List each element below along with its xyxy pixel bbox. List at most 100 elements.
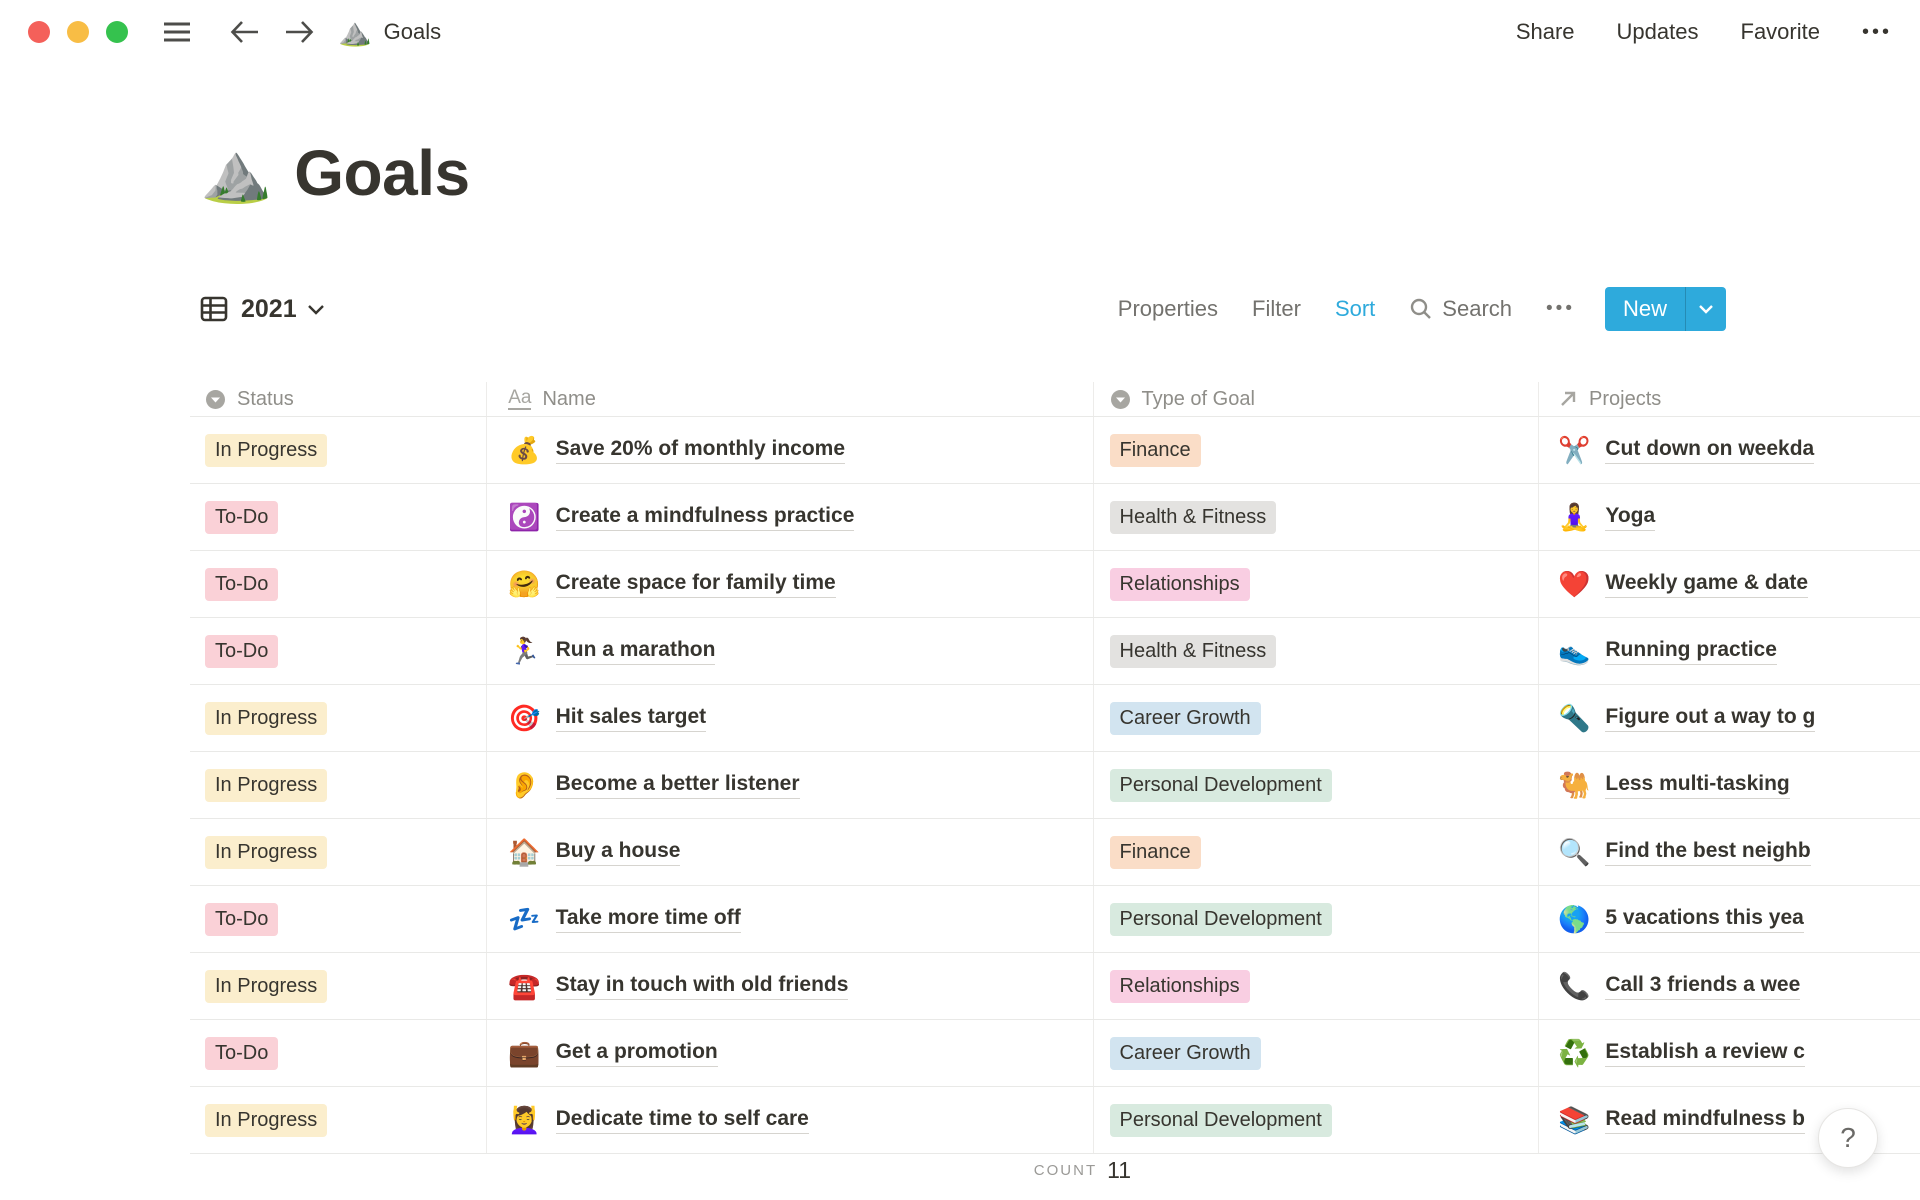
help-button[interactable]: ?	[1818, 1108, 1878, 1168]
status-cell[interactable]: To-Do	[190, 886, 488, 952]
name-cell[interactable]: 🎯 Hit sales target	[487, 685, 1094, 751]
breadcrumb-doc-emoji: ⛰️	[338, 16, 372, 47]
goal-title-link[interactable]: Hit sales target	[555, 705, 707, 732]
new-button[interactable]: New	[1605, 287, 1685, 331]
breadcrumb-doc-title[interactable]: Goals	[384, 19, 441, 45]
project-link[interactable]: Establish a review c	[1605, 1040, 1805, 1067]
goal-title-link[interactable]: Dedicate time to self care	[555, 1107, 809, 1134]
name-cell[interactable]: 🏃‍♀️ Run a marathon	[487, 618, 1094, 684]
project-link[interactable]: Cut down on weekda	[1605, 437, 1815, 464]
goal-title-link[interactable]: Become a better listener	[555, 772, 800, 799]
goal-emoji-icon: 💆‍♀️	[508, 1105, 541, 1135]
projects-cell[interactable]: 🧘‍♀️ Yoga	[1539, 484, 1920, 550]
toolbar-more-icon[interactable]: •••	[1546, 298, 1575, 320]
filter-button[interactable]: Filter	[1252, 296, 1301, 322]
type-of-goal-cell[interactable]: Health & Fitness	[1094, 618, 1539, 684]
sort-button[interactable]: Sort	[1335, 296, 1375, 322]
projects-cell[interactable]: 🐫 Less multi-tasking	[1539, 752, 1920, 818]
project-link[interactable]: Figure out a way to g	[1605, 705, 1816, 732]
type-of-goal-cell[interactable]: Relationships	[1094, 551, 1539, 617]
project-link[interactable]: Less multi-tasking	[1605, 772, 1790, 799]
projects-cell[interactable]: 👟 Running practice	[1539, 618, 1920, 684]
status-cell[interactable]: In Progress	[190, 953, 488, 1019]
type-of-goal-cell[interactable]: Finance	[1094, 819, 1539, 885]
name-cell[interactable]: 💤 Take more time off	[487, 886, 1094, 952]
goal-title-link[interactable]: Create a mindfulness practice	[555, 504, 855, 531]
properties-button[interactable]: Properties	[1118, 296, 1218, 322]
status-cell[interactable]: In Progress	[190, 417, 488, 483]
type-of-goal-cell[interactable]: Finance	[1094, 417, 1539, 483]
projects-cell[interactable]: ❤️ Weekly game & date	[1539, 551, 1920, 617]
project-link[interactable]: Weekly game & date	[1605, 571, 1809, 598]
projects-cell[interactable]: 🔍 Find the best neighb	[1539, 819, 1920, 885]
status-cell[interactable]: To-Do	[190, 618, 488, 684]
goal-title-link[interactable]: Save 20% of monthly income	[555, 437, 846, 464]
type-of-goal-cell[interactable]: Career Growth	[1094, 1020, 1539, 1086]
type-of-goal-cell[interactable]: Health & Fitness	[1094, 484, 1539, 550]
count-value: 11	[1107, 1156, 1131, 1183]
type-of-goal-cell[interactable]: Personal Development	[1094, 1087, 1539, 1153]
name-cell[interactable]: 💼 Get a promotion	[487, 1020, 1094, 1086]
view-switcher[interactable]: 2021	[200, 295, 325, 324]
new-button-dropdown[interactable]	[1686, 304, 1726, 314]
column-header-name[interactable]: Aa Name	[487, 382, 1094, 416]
page-emoji-icon[interactable]: ⛰️	[200, 144, 272, 202]
sidebar-toggle-icon[interactable]	[162, 20, 192, 44]
zoom-window-button[interactable]	[106, 21, 128, 43]
close-window-button[interactable]	[28, 21, 50, 43]
minimize-window-button[interactable]	[67, 21, 89, 43]
projects-cell[interactable]: ♻️ Establish a review c	[1539, 1020, 1920, 1086]
goal-title-link[interactable]: Run a marathon	[555, 638, 716, 665]
back-arrow-icon[interactable]	[230, 19, 260, 45]
goal-title-link[interactable]: Stay in touch with old friends	[555, 973, 849, 1000]
search-button[interactable]: Search	[1409, 296, 1512, 322]
name-cell[interactable]: ☯️ Create a mindfulness practice	[487, 484, 1094, 550]
projects-cell[interactable]: 📞 Call 3 friends a wee	[1539, 953, 1920, 1019]
updates-button[interactable]: Updates	[1617, 19, 1699, 45]
name-cell[interactable]: ☎️ Stay in touch with old friends	[487, 953, 1094, 1019]
type-of-goal-cell[interactable]: Relationships	[1094, 953, 1539, 1019]
goal-emoji-icon: 🎯	[508, 703, 541, 733]
more-options-icon[interactable]: •••	[1862, 21, 1892, 44]
name-cell[interactable]: 💰 Save 20% of monthly income	[487, 417, 1094, 483]
project-link[interactable]: Yoga	[1605, 504, 1656, 531]
status-cell[interactable]: In Progress	[190, 685, 488, 751]
project-emoji-icon: ✂️	[1558, 435, 1591, 465]
column-header-projects[interactable]: Projects	[1539, 382, 1920, 416]
forward-arrow-icon[interactable]	[284, 19, 314, 45]
column-header-type-of-goal[interactable]: Type of Goal	[1094, 382, 1539, 416]
status-cell[interactable]: In Progress	[190, 819, 488, 885]
projects-cell[interactable]: ✂️ Cut down on weekda	[1539, 417, 1920, 483]
status-cell[interactable]: To-Do	[190, 551, 488, 617]
share-button[interactable]: Share	[1516, 19, 1575, 45]
name-cell[interactable]: 🏠 Buy a house	[487, 819, 1094, 885]
table-row: In Progress 💰 Save 20% of monthly income…	[190, 417, 1920, 484]
search-label: Search	[1442, 296, 1513, 321]
goal-title-link[interactable]: Buy a house	[555, 839, 681, 866]
name-cell[interactable]: 👂 Become a better listener	[487, 752, 1094, 818]
favorite-button[interactable]: Favorite	[1741, 19, 1820, 45]
name-cell[interactable]: 🤗 Create space for family time	[487, 551, 1094, 617]
chevron-down-icon	[307, 304, 325, 315]
type-of-goal-cell[interactable]: Personal Development	[1094, 752, 1539, 818]
project-link[interactable]: 5 vacations this yea	[1605, 906, 1804, 933]
type-of-goal-cell[interactable]: Career Growth	[1094, 685, 1539, 751]
goals-table: Status Aa Name Type of Goal Projects In …	[190, 382, 1920, 1154]
goal-title-link[interactable]: Take more time off	[555, 906, 741, 933]
project-link[interactable]: Find the best neighb	[1605, 839, 1811, 866]
table-footer-count[interactable]: COUNT 11	[502, 1142, 1131, 1198]
page-title[interactable]: Goals	[294, 136, 470, 210]
type-of-goal-cell[interactable]: Personal Development	[1094, 886, 1539, 952]
projects-cell[interactable]: 🌎 5 vacations this yea	[1539, 886, 1920, 952]
projects-cell[interactable]: 🔦 Figure out a way to g	[1539, 685, 1920, 751]
project-link[interactable]: Call 3 friends a wee	[1605, 973, 1801, 1000]
goal-title-link[interactable]: Create space for family time	[555, 571, 836, 598]
status-cell[interactable]: In Progress	[190, 752, 488, 818]
status-cell[interactable]: In Progress	[190, 1087, 488, 1153]
column-header-status[interactable]: Status	[190, 382, 488, 416]
status-cell[interactable]: To-Do	[190, 1020, 488, 1086]
project-link[interactable]: Running practice	[1605, 638, 1777, 665]
status-cell[interactable]: To-Do	[190, 484, 488, 550]
project-link[interactable]: Read mindfulness b	[1605, 1107, 1805, 1134]
goal-title-link[interactable]: Get a promotion	[555, 1040, 718, 1067]
